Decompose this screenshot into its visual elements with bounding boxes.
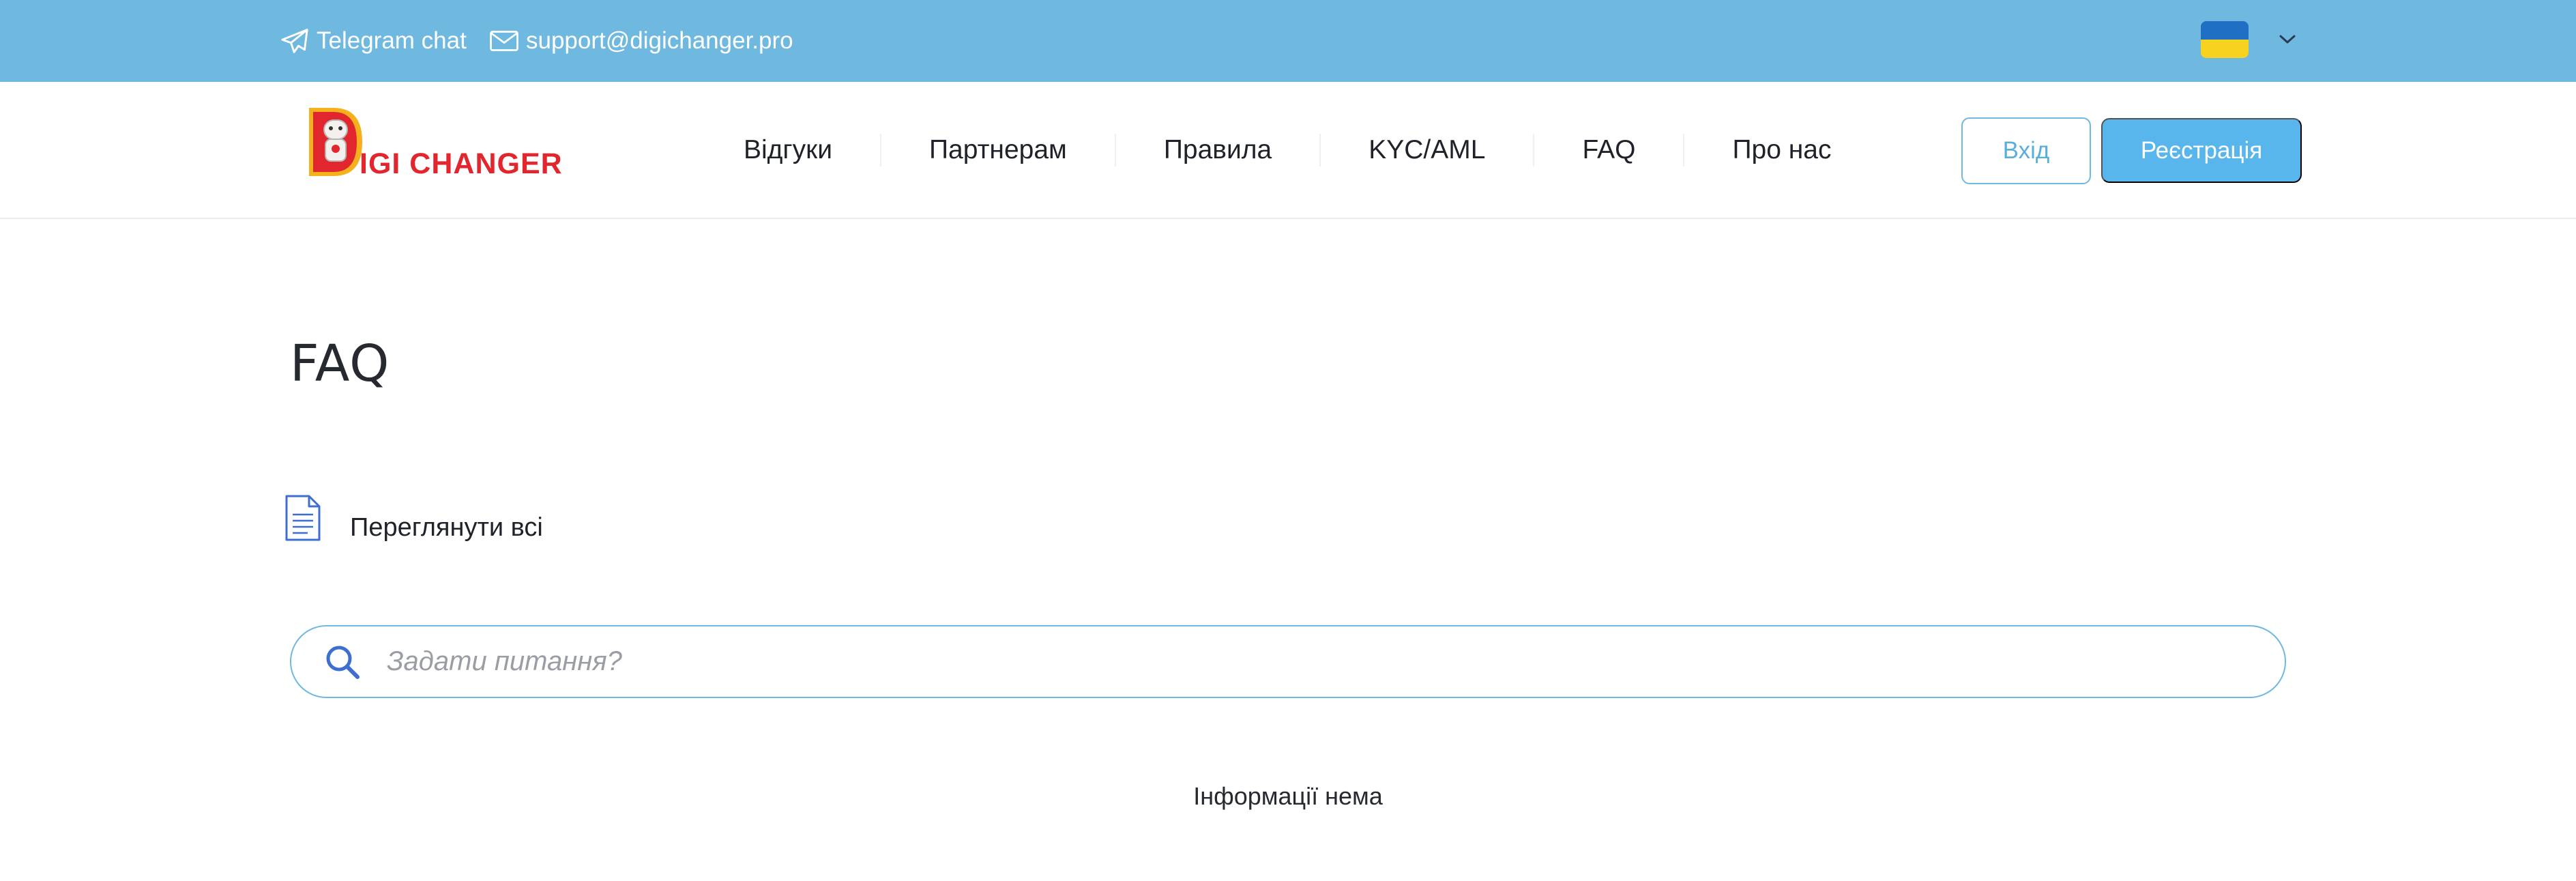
nav-item-faq[interactable]: FAQ <box>1534 135 1683 165</box>
nav-item-kyc-aml[interactable]: KYC/AML <box>1321 135 1533 165</box>
logo-text: IGI CHANGER <box>360 147 563 180</box>
login-button[interactable]: Вхід <box>1961 117 2091 184</box>
support-email-label: support@digichanger.pro <box>526 27 793 54</box>
empty-state-message: Інформації нема <box>1193 782 1383 810</box>
chevron-down-icon <box>2279 34 2296 45</box>
language-switcher[interactable] <box>2201 19 2296 60</box>
search-icon <box>324 644 361 680</box>
main-nav: Відгуки Партнерам Правила KYC/AML FAQ Пр… <box>716 82 1879 218</box>
nav-item-partners[interactable]: Партнерам <box>881 135 1115 165</box>
register-button[interactable]: Реєстрація <box>2101 118 2302 183</box>
telegram-chat-link[interactable]: Telegram chat <box>280 0 467 82</box>
view-all-label: Переглянути всі <box>350 513 543 542</box>
nav-item-reviews[interactable]: Відгуки <box>716 135 880 165</box>
document-icon <box>284 494 321 542</box>
nav-item-rules[interactable]: Правила <box>1116 135 1319 165</box>
main-header: IGI CHANGER Відгуки Партнерам Правила KY… <box>0 82 2576 219</box>
telegram-icon <box>280 27 310 55</box>
page-title: FAQ <box>290 334 390 393</box>
top-bar: Telegram chat support@digichanger.pro <box>0 0 2576 82</box>
digichanger-logo[interactable]: IGI CHANGER <box>305 96 578 184</box>
mail-icon <box>489 29 519 53</box>
nav-item-about[interactable]: Про нас <box>1684 135 1879 165</box>
faq-search-input[interactable] <box>385 634 2285 689</box>
support-email-link[interactable]: support@digichanger.pro <box>489 0 793 82</box>
telegram-chat-label: Telegram chat <box>317 27 467 54</box>
view-all-link[interactable]: Переглянути всі <box>284 493 543 543</box>
ukraine-flag-icon <box>2201 21 2249 58</box>
faq-search-box <box>290 625 2286 698</box>
